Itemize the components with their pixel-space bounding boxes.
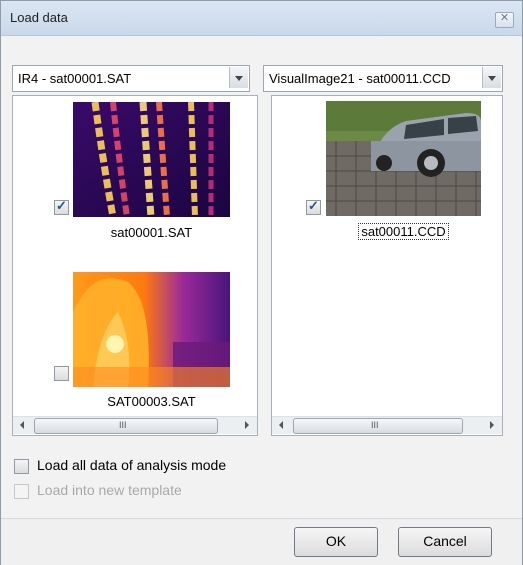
dialog-client-area: IR4 - sat00001.SAT VisualImage21 - sat00… <box>1 36 522 518</box>
item-checkbox-sat00011[interactable] <box>306 198 321 215</box>
scroll-grip: III <box>119 420 127 430</box>
thumbnail-image-ir-2[interactable] <box>73 272 230 387</box>
left-horizontal-scrollbar[interactable]: III <box>13 416 257 434</box>
new-template-checkbox <box>14 483 29 499</box>
item-caption-sat00011: sat00011.CCD <box>326 223 481 240</box>
scroll-right-icon[interactable] <box>483 417 500 434</box>
title-bar: Load data ✕ <box>1 1 522 36</box>
right-horizontal-scrollbar[interactable]: III <box>272 416 502 434</box>
item-checkbox-sat00001[interactable] <box>54 198 69 215</box>
left-dropdown-value: IR4 - sat00001.SAT <box>18 71 132 86</box>
load-all-option[interactable]: Load all data of analysis mode <box>14 457 226 474</box>
scrollbar-thumb[interactable]: III <box>34 418 218 434</box>
close-icon: ✕ <box>499 12 510 24</box>
window-title: Load data <box>10 10 68 25</box>
right-thumbnail-panel[interactable]: sat00011.CCD III <box>271 95 503 436</box>
item-caption-sat00003: SAT00003.SAT <box>107 394 196 409</box>
scroll-grip: III <box>371 420 379 430</box>
close-button[interactable]: ✕ <box>495 12 514 28</box>
item-checkbox-sat00003[interactable] <box>54 366 69 381</box>
dialog-footer: OK Cancel <box>1 518 522 565</box>
scroll-right-icon[interactable] <box>238 417 255 434</box>
dropdown-arrow-icon[interactable] <box>229 67 248 88</box>
scroll-left-icon[interactable] <box>14 417 31 434</box>
thumbnail-image-visual[interactable] <box>326 101 481 216</box>
left-image-dropdown[interactable]: IR4 - sat00001.SAT <box>12 65 250 92</box>
new-template-label: Load into new template <box>37 482 182 498</box>
item-caption-sat00001: sat00001.SAT <box>110 225 193 240</box>
thumbnail-image-ir-1[interactable] <box>73 102 230 217</box>
ok-button[interactable]: OK <box>294 527 378 557</box>
scrollbar-thumb[interactable]: III <box>293 418 463 434</box>
cancel-button[interactable]: Cancel <box>398 527 492 557</box>
left-thumbnail-panel[interactable]: sat00001.SAT <box>12 95 258 436</box>
right-dropdown-value: VisualImage21 - sat00011.CCD <box>269 71 451 86</box>
new-template-option: Load into new template <box>14 482 182 499</box>
dropdown-arrow-icon[interactable] <box>482 67 501 88</box>
focused-caption-text: sat00011.CCD <box>358 223 449 240</box>
scroll-left-icon[interactable] <box>273 417 290 434</box>
load-all-label: Load all data of analysis mode <box>37 457 227 473</box>
load-all-checkbox[interactable] <box>14 458 29 474</box>
load-data-dialog: Load data ✕ IR4 - sat00001.SAT VisualIma… <box>0 0 523 565</box>
right-image-dropdown[interactable]: VisualImage21 - sat00011.CCD <box>263 65 503 92</box>
